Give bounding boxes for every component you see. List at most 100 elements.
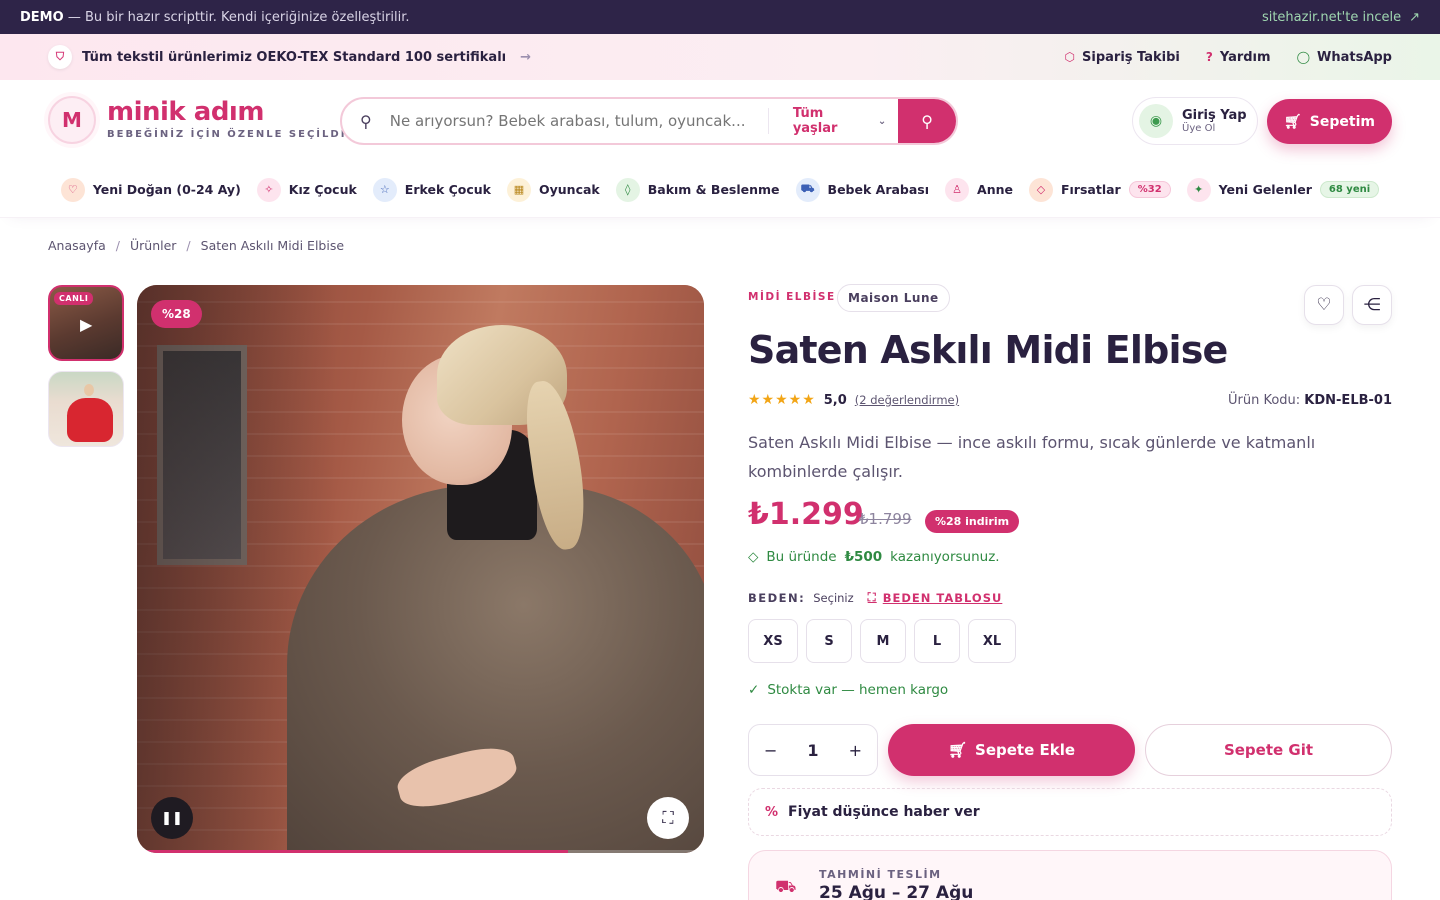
reviews-link[interactable]: (2 değerlendirme) — [855, 393, 959, 407]
search-input[interactable] — [389, 112, 758, 130]
brand-pill[interactable]: Maison Lune — [837, 284, 950, 312]
breadcrumb-home[interactable]: Anasayfa — [48, 238, 106, 253]
category-newborn[interactable]: ♡ Yeni Doğan (0-24 Ay) — [60, 177, 241, 202]
live-badge: CANLI — [54, 292, 94, 305]
pause-button[interactable]: ❚❚ — [151, 797, 193, 839]
product-category[interactable]: MİDİ ELBİSE — [748, 291, 836, 303]
tag-icon: ◇ — [748, 549, 759, 565]
price: ₺1.299 — [748, 497, 864, 532]
category-deals[interactable]: ◇ Fırsatlar %32 — [1028, 177, 1171, 202]
login-button[interactable]: ◉ Giriş Yap Üye Ol — [1132, 97, 1258, 145]
announcement[interactable]: ⛉ Tüm tekstil ürünlerimiz OEKO-TEX Stand… — [48, 45, 531, 69]
search-icon: ⚲ — [921, 111, 934, 131]
size-guide-link[interactable]: ⛶ BEDEN TABLOSU — [868, 590, 1003, 605]
discount-pill: %28 indirim — [925, 510, 1020, 533]
product-media[interactable]: %28 ❚❚ ⛶ — [137, 285, 704, 853]
ruler-icon: ⛶ — [867, 590, 877, 604]
breadcrumb: Anasayfa / Ürünler / Saten Askılı Midi E… — [48, 238, 344, 253]
model-coat — [287, 485, 704, 853]
add-to-cart-button[interactable]: 🛒︎ Sepete Ekle — [888, 724, 1135, 776]
sparkle-icon: ✧ — [256, 177, 281, 202]
category-girl[interactable]: ✧ Kız Çocuk — [256, 177, 357, 202]
old-price: ₺1.799 — [859, 510, 912, 528]
pause-icon: ❚❚ — [161, 810, 183, 826]
product-sku: Ürün Kodu: KDN-ELB-01 — [1227, 393, 1392, 408]
register-link[interactable]: Üye Ol — [1182, 123, 1247, 134]
help-link[interactable]: ? Yardım — [1206, 50, 1271, 65]
product-title: Saten Askılı Midi Elbise — [748, 328, 1228, 372]
breadcrumb-products[interactable]: Ürünler — [130, 238, 176, 253]
favorite-button[interactable]: ♡ — [1304, 285, 1344, 325]
percent-icon: % — [765, 804, 779, 820]
announcement-bar: ⛉ Tüm tekstil ürünlerimiz OEKO-TEX Stand… — [0, 34, 1440, 80]
logo-mark[interactable]: M — [48, 96, 96, 144]
cart-button[interactable]: 🛒︎ Sepetim — [1267, 99, 1392, 144]
thumbnail-video[interactable]: CANLI ▶ — [48, 285, 124, 361]
thumbnail-image[interactable] — [48, 371, 124, 447]
size-option-s[interactable]: S — [806, 619, 852, 663]
quantity-value[interactable]: 1 — [807, 741, 818, 760]
delivery-dates: 25 Ağu – 27 Ağu — [819, 883, 974, 900]
order-tracking-link[interactable]: ⬡ Sipariş Takibi — [1065, 50, 1180, 65]
rating-value: 5,0 — [823, 392, 847, 408]
login-title: Giriş Yap — [1182, 108, 1247, 123]
category-care[interactable]: ◊ Bakım & Beslenme — [615, 177, 780, 202]
search-button[interactable]: ⚲ — [898, 99, 956, 143]
size-option-xs[interactable]: XS — [748, 619, 798, 663]
user-icon: ♙ — [945, 177, 970, 202]
cart-icon: 🛒︎ — [1284, 113, 1302, 130]
new-arrivals-badge: 68 yeni — [1319, 181, 1380, 198]
category-toys[interactable]: ▦ Oyuncak — [507, 177, 600, 202]
help-icon: ? — [1205, 50, 1213, 64]
drop-icon: ◊ — [615, 177, 640, 202]
size-option-m[interactable]: M — [860, 619, 906, 663]
category-new-arrivals[interactable]: ✦ Yeni Gelenler 68 yeni — [1186, 177, 1380, 202]
tag-icon: ◇ — [1028, 177, 1053, 202]
breadcrumb-separator: / — [186, 238, 191, 253]
video-progress-fill — [137, 850, 568, 853]
stroller-icon: ⛟ — [795, 177, 820, 202]
decrease-button[interactable]: − — [764, 741, 777, 760]
price-alert-button[interactable]: % Fiyat düşünce haber ver — [748, 788, 1392, 836]
video-progress[interactable] — [137, 850, 704, 853]
header: M minik adım BEBEĞİNİZ İÇİN ÖZENLE SEÇİL… — [0, 80, 1440, 162]
shield-icon: ⛉ — [48, 45, 72, 69]
logo-tagline: BEBEĞİNİZ İÇİN ÖZENLE SEÇİLDİ — [107, 129, 347, 140]
category-stroller[interactable]: ⛟ Bebek Arabası — [795, 177, 929, 202]
stock-status: ✓ Stokta var — hemen kargo — [748, 682, 949, 698]
size-option-l[interactable]: L — [914, 619, 960, 663]
category-nav: ♡ Yeni Doğan (0-24 Ay) ✧ Kız Çocuk ☆ Erkek … — [0, 162, 1440, 218]
demo-notice: DEMO — Bu bir hazır scripttir. Kendi içe… — [20, 9, 410, 25]
category-mother[interactable]: ♙ Anne — [945, 177, 1013, 202]
increase-button[interactable]: + — [849, 741, 862, 760]
demo-bar: DEMO — Bu bir hazır scripttir. Kendi içe… — [0, 0, 1440, 34]
truck-icon: ⛟ — [775, 877, 797, 897]
points-earned: ◇ Bu üründe ₺500 kazanıyorsunuz. — [748, 549, 1000, 565]
breadcrumb-current: Saten Askılı Midi Elbise — [200, 238, 345, 253]
star-icon: ☆ — [372, 177, 397, 202]
delivery-estimate: ⛟ TAHMİNİ TESLİM 25 Ağu – 27 Ağu — [748, 850, 1392, 900]
go-to-cart-button[interactable]: Sepete Git — [1145, 724, 1392, 776]
size-option-xl[interactable]: XL — [968, 619, 1016, 663]
breadcrumb-separator: / — [115, 238, 120, 253]
age-filter-select[interactable]: Tüm yaşlar ⌄ — [769, 106, 899, 136]
user-icon: ◉ — [1139, 104, 1173, 138]
logo-name[interactable]: minik adım — [107, 97, 264, 127]
share-button[interactable]: ⋲ — [1352, 285, 1392, 325]
external-arrow-icon: ↗ — [1409, 9, 1420, 25]
fullscreen-button[interactable]: ⛶ — [647, 797, 689, 839]
chat-icon: ◯ — [1296, 50, 1310, 64]
discount-badge: %28 — [151, 300, 202, 328]
deals-badge: %32 — [1128, 181, 1171, 198]
search-bar: ⚲ Tüm yaşlar⌄ ⚲ — [340, 97, 958, 145]
sparkle-icon: ✦ — [1186, 177, 1211, 202]
category-boy[interactable]: ☆ Erkek Çocuk — [372, 177, 491, 202]
quantity-stepper: − 1 + — [748, 724, 878, 776]
star-rating-icon: ★★★★★ — [748, 392, 816, 408]
fullscreen-icon: ⛶ — [662, 808, 674, 827]
size-hint: Seçiniz — [813, 590, 854, 605]
demo-link[interactable]: sitehazir.net'te incele ↗ — [1262, 10, 1420, 25]
whatsapp-link[interactable]: ◯ WhatsApp — [1297, 50, 1392, 65]
share-icon: ⋲ — [1363, 295, 1381, 315]
size-label: BEDEN: — [748, 590, 806, 605]
